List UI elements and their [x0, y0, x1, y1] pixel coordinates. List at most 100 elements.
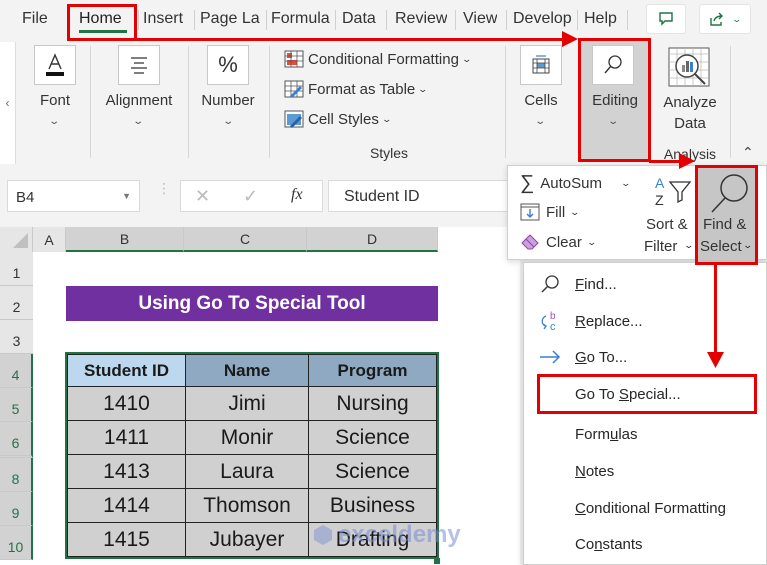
clear-button[interactable]: Clear ⌄ [520, 233, 597, 251]
column-header-d[interactable]: D [307, 227, 438, 252]
header-student-id[interactable]: Student ID [67, 354, 186, 387]
format-as-table-icon [284, 80, 304, 98]
share-icon [710, 12, 724, 26]
cell-program[interactable]: Nursing [308, 386, 437, 421]
annotation-box-home [67, 4, 137, 41]
cells-group-label: Cells [524, 92, 558, 109]
cell-styles-button[interactable]: Cell Styles ⌄ [284, 108, 392, 130]
row-header-10[interactable]: 10 [0, 526, 33, 560]
font-button[interactable] [34, 45, 76, 85]
cell-student-id[interactable]: 1413 [67, 454, 186, 489]
tab-page-layout[interactable]: Page La [200, 10, 264, 28]
cell-student-id[interactable]: 1410 [67, 386, 186, 421]
cells-icon [532, 55, 550, 74]
name-box-dropdown-icon[interactable]: ▼ [122, 191, 131, 201]
table-header-row: Student ID Name Program [67, 354, 437, 387]
tab-insert[interactable]: Insert [143, 10, 183, 28]
analyze-data-button[interactable] [667, 46, 711, 90]
eraser-icon [521, 234, 539, 250]
cell-student-id[interactable]: 1411 [67, 420, 186, 455]
autosum-button[interactable]: ∑ AutoSum ⌄ [520, 172, 632, 195]
alignment-button[interactable] [118, 45, 160, 85]
menu-item-formulas[interactable]: Formulas [524, 416, 767, 452]
comments-button[interactable] [646, 4, 686, 34]
cell-name[interactable]: Laura [185, 454, 309, 489]
row-header-8[interactable]: 8 [0, 458, 33, 492]
row-header-1[interactable]: 1 [0, 252, 33, 286]
menu-item-find[interactable]: Find... [524, 266, 767, 302]
menu-item-notes[interactable]: Notes [524, 453, 767, 489]
ribbon-scroll-left-button[interactable]: ‹ [0, 42, 16, 164]
confirm-icon[interactable]: ✓ [243, 186, 258, 207]
number-group-label: Number [201, 92, 255, 109]
menu-item-replace[interactable]: bc Replace... [524, 303, 767, 339]
menu-item-label: Notes [575, 462, 615, 480]
formula-input[interactable]: Student ID [328, 180, 508, 212]
name-box[interactable]: B4 ▼ [7, 180, 140, 212]
cell-name[interactable]: Jimi [185, 386, 309, 421]
row-header-5[interactable]: 5 [0, 388, 33, 422]
cell-name[interactable]: Jubayer [185, 522, 309, 557]
tab-formulas[interactable]: Formula [271, 10, 333, 28]
cell-student-id[interactable]: 1414 [67, 488, 186, 523]
fill-handle[interactable] [434, 558, 440, 564]
menu-item-constants[interactable]: Constants [524, 526, 767, 562]
share-button[interactable]: ⌄ [699, 4, 751, 34]
tab-data[interactable]: Data [342, 10, 376, 28]
menu-item-label: Go To... [575, 348, 628, 366]
menu-item-conditional-formatting[interactable]: Conditional Formatting [524, 490, 767, 526]
table-row: 1413 Laura Science [67, 454, 437, 489]
column-header-b[interactable]: B [66, 227, 184, 252]
tab-review[interactable]: Review [395, 10, 447, 28]
cell-program[interactable]: Business [308, 488, 437, 523]
fill-button[interactable]: Fill ⌄ [520, 203, 580, 221]
annotation-arrow-line [137, 38, 567, 41]
number-button[interactable]: % [207, 45, 249, 85]
chevron-down-icon: ⌄ [417, 83, 429, 94]
cell-program[interactable]: Science [308, 420, 437, 455]
fill-down-icon [520, 203, 540, 221]
tab-view[interactable]: View [463, 10, 497, 28]
header-name[interactable]: Name [185, 354, 309, 387]
column-header-a[interactable]: A [33, 227, 66, 252]
cancel-icon[interactable]: ✕ [195, 186, 210, 207]
format-as-table-button[interactable]: Format as Table ⌄ [284, 78, 429, 100]
table-row: 1410 Jimi Nursing [67, 386, 437, 421]
annotation-box-editing [578, 38, 651, 162]
tab-separator [266, 10, 267, 30]
tab-help[interactable]: Help [584, 10, 617, 28]
chevron-down-icon: ⌄ [620, 178, 632, 188]
select-all-button[interactable] [0, 227, 33, 252]
tab-developer[interactable]: Develop [513, 10, 575, 28]
sheet-title-banner[interactable]: Using Go To Special Tool [66, 286, 438, 321]
header-program[interactable]: Program [308, 354, 437, 387]
tab-separator [194, 10, 195, 30]
menu-item-go-to[interactable]: Go To... [524, 339, 767, 375]
cell-student-id[interactable]: 1415 [67, 522, 186, 557]
sort-filter-label-1: Sort & [646, 216, 688, 233]
cell-name[interactable]: Monir [185, 420, 309, 455]
conditional-formatting-button[interactable]: Conditional Formatting ⌄ [284, 48, 472, 70]
insert-function-icon[interactable]: fx [291, 186, 303, 204]
group-separator [269, 46, 270, 158]
collapse-ribbon-icon[interactable]: ⌃ [742, 144, 754, 161]
table-row: 1411 Monir Science [67, 420, 437, 455]
formula-actions: ✕ ✓ fx [180, 180, 323, 212]
row-header-6[interactable]: 6 [0, 422, 33, 458]
tab-separator [335, 10, 336, 30]
menu-item-label: Formulas [575, 425, 638, 443]
autosum-label: AutoSum [540, 175, 602, 192]
resize-handle-icon[interactable]: ⋮ [157, 181, 171, 195]
row-header-4[interactable]: 4 [0, 354, 33, 388]
tab-file[interactable]: File [22, 10, 48, 28]
column-header-c[interactable]: C [184, 227, 307, 252]
sort-filter-icon: AZ [655, 175, 692, 208]
row-header-9[interactable]: 9 [0, 492, 33, 526]
sort-filter-button[interactable]: AZ Sort & Filter ⌄ [643, 172, 698, 258]
cells-button[interactable] [520, 45, 562, 85]
row-header-3[interactable]: 3 [0, 320, 33, 354]
row-header-2[interactable]: 2 [0, 286, 33, 320]
cell-name[interactable]: Thomson [185, 488, 309, 523]
cell-program[interactable]: Science [308, 454, 437, 489]
conditional-formatting-label: Conditional Formatting [308, 50, 459, 68]
